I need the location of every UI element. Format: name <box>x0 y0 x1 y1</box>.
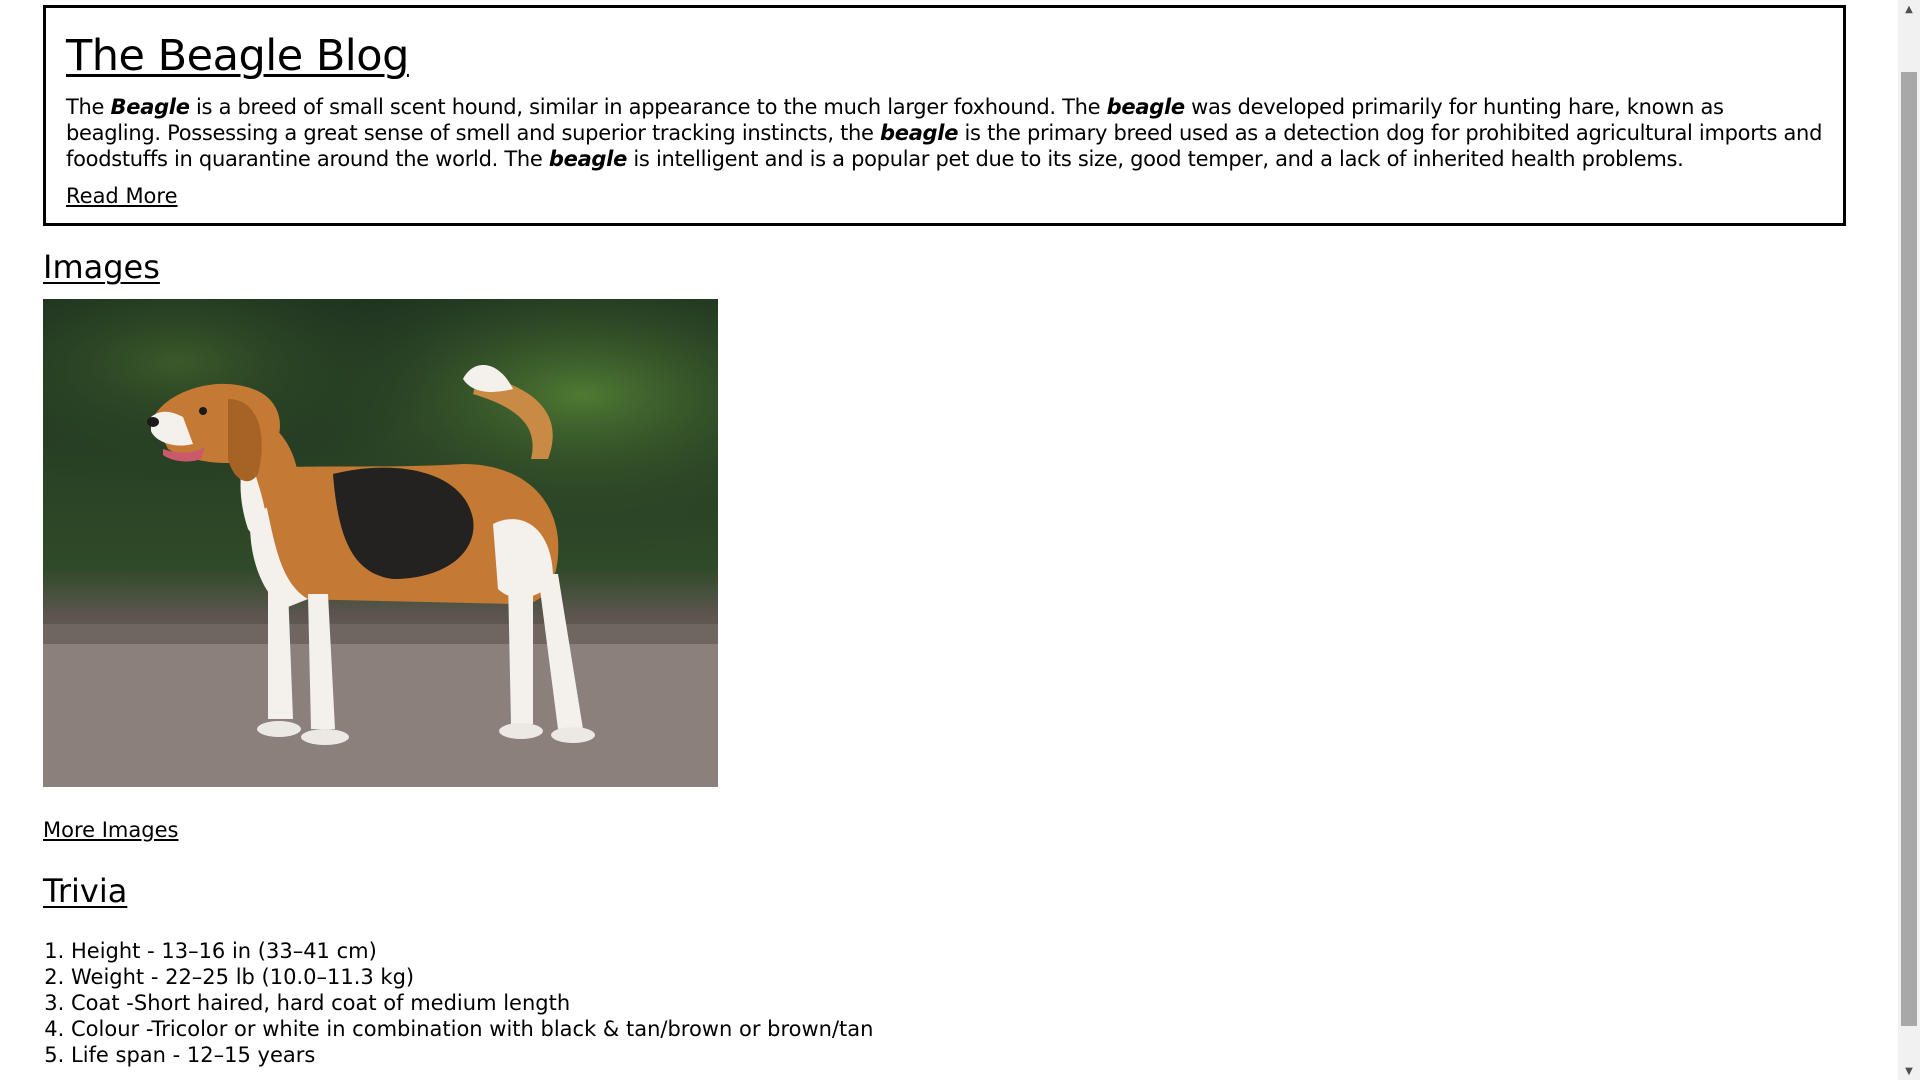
blog-title: The Beagle Blog <box>66 31 409 81</box>
trivia-item-coat: Coat -Short haired, hard coat of medium … <box>71 990 873 1016</box>
beagle-photo-image <box>43 299 718 787</box>
scroll-down-icon[interactable]: ▼ <box>1898 1062 1920 1080</box>
trivia-item-colour: Colour -Tricolor or white in combination… <box>71 1016 873 1042</box>
more-images-link[interactable]: More Images <box>43 818 178 842</box>
beagle-photo <box>43 299 718 787</box>
trivia-heading: Trivia <box>43 872 128 910</box>
trivia-item-weight: Weight - 22–25 lb (10.0–11.3 kg) <box>71 964 873 990</box>
intro-text-run: The <box>66 95 111 119</box>
intro-emphasis: beagle <box>548 147 628 171</box>
page: The Beagle Blog The Beagle is a breed of… <box>0 0 1898 1080</box>
trivia-item-height: Height - 13–16 in (33–41 cm) <box>71 938 873 964</box>
scroll-up-icon[interactable]: ▲ <box>1898 0 1920 18</box>
intro-box: The Beagle Blog The Beagle is a breed of… <box>43 5 1846 226</box>
intro-emphasis: beagle <box>1106 95 1185 119</box>
intro-paragraph: The Beagle is a breed of small scent hou… <box>66 94 1823 172</box>
read-more-link[interactable]: Read More <box>66 184 178 208</box>
intro-text-run: is a breed of small scent hound, similar… <box>189 95 1107 119</box>
vertical-scrollbar[interactable]: ▲ ▼ <box>1898 0 1920 1080</box>
intro-text-run: is intelligent and is a popular pet due … <box>627 147 1684 171</box>
intro-emphasis: beagle <box>880 121 959 145</box>
scrollbar-thumb[interactable] <box>1901 72 1917 1026</box>
images-heading: Images <box>43 248 160 286</box>
trivia-item-lifespan: Life span - 12–15 years <box>71 1042 873 1068</box>
intro-emphasis: Beagle <box>110 95 190 119</box>
trivia-list: Height - 13–16 in (33–41 cm) Weight - 22… <box>43 938 873 1068</box>
